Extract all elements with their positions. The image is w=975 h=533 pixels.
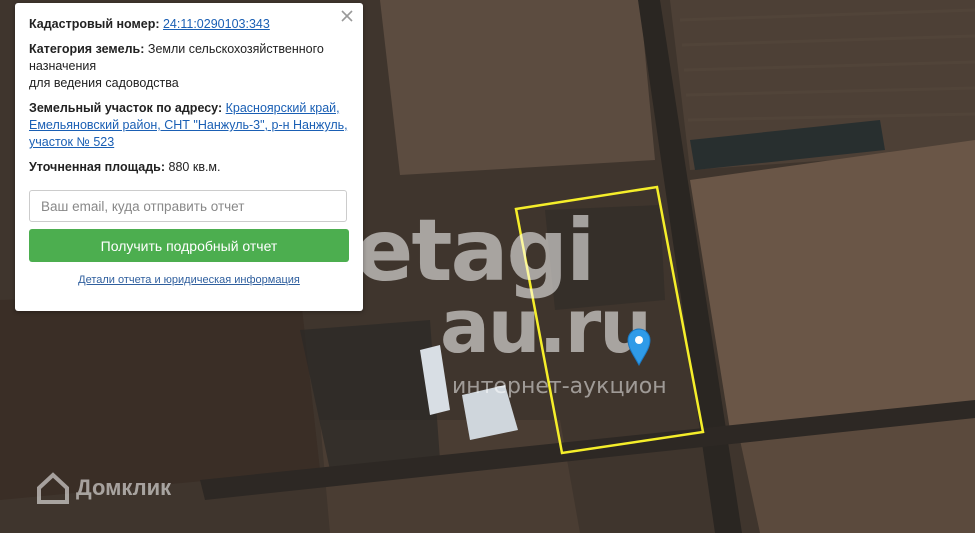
au-watermark: au.ru bbox=[440, 284, 652, 370]
domclick-label: Домклик bbox=[76, 475, 172, 500]
address-label: Земельный участок по адресу: bbox=[29, 101, 223, 115]
area-row: Уточненная площадь: 880 кв.м. bbox=[29, 159, 349, 176]
close-icon[interactable] bbox=[340, 9, 354, 23]
email-input[interactable] bbox=[29, 190, 347, 222]
etagi-watermark: etagi bbox=[355, 201, 596, 301]
cadastral-number-row: Кадастровый номер: 24:11:0290103:343 bbox=[29, 16, 349, 33]
land-category-value-3: для ведения садоводства bbox=[29, 76, 179, 90]
domclick-logo-icon bbox=[37, 472, 69, 504]
area-label: Уточненная площадь: bbox=[29, 160, 166, 174]
auction-watermark: интернет-аукцион bbox=[452, 374, 667, 399]
land-category-value-2: назначения bbox=[29, 59, 97, 73]
cadastral-number-label: Кадастровый номер: bbox=[29, 17, 160, 31]
land-category-row: Категория земель: Земли сельскохозяйстве… bbox=[29, 41, 349, 92]
get-report-button[interactable]: Получить подробный отчет bbox=[29, 229, 349, 262]
address-link-2[interactable]: Емельяновский район, СНТ "Нанжуль-3", р-… bbox=[29, 118, 348, 132]
address-link-1[interactable]: Красноярский край, bbox=[226, 101, 340, 115]
land-category-value: Земли сельскохозяйственного bbox=[147, 42, 324, 56]
address-row: Земельный участок по адресу: Красноярски… bbox=[29, 100, 349, 151]
cadastral-number-link[interactable]: 24:11:0290103:343 bbox=[163, 17, 270, 31]
address-link-3[interactable]: участок № 523 bbox=[29, 135, 114, 149]
domclick-watermark: Домклик bbox=[36, 472, 171, 504]
area-value: 880 кв.м. bbox=[168, 160, 221, 174]
land-category-label: Категория земель: bbox=[29, 42, 145, 56]
cadastral-info-popup: Кадастровый номер: 24:11:0290103:343 Кат… bbox=[15, 3, 363, 311]
report-details-link[interactable]: Детали отчета и юридическая информация bbox=[29, 274, 349, 286]
map-pin-icon[interactable] bbox=[627, 328, 651, 366]
